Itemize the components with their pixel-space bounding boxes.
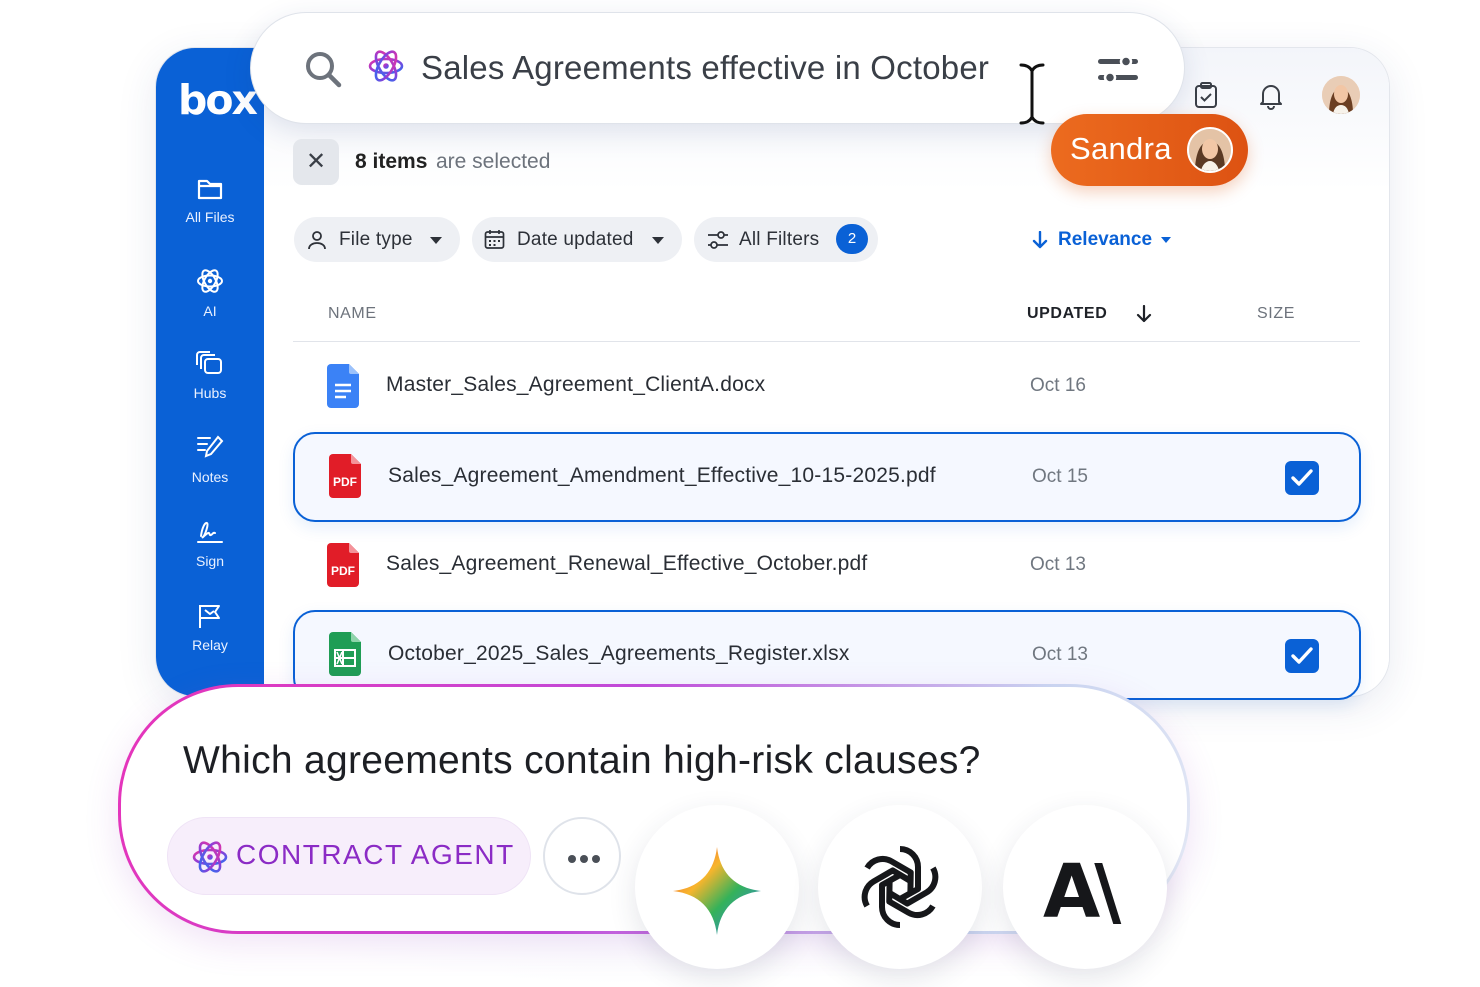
sidebar-item-relay[interactable]: Relay [156,602,264,653]
sidebar-item-hubs[interactable]: Hubs [156,350,264,401]
notification-bell-icon[interactable] [1259,82,1283,110]
file-type-filter[interactable]: File type [294,217,460,262]
caret-down-icon [430,237,442,244]
calendar-icon [484,230,505,249]
date-updated-filter[interactable]: Date updated [472,217,682,262]
gemini-icon [673,847,761,935]
collaborator-cursor-tag: Sandra [1051,114,1248,186]
sort-descending-icon[interactable] [1136,305,1152,324]
flag-icon [199,605,220,628]
sidebar-item-label: Notes [191,469,229,485]
pdf-file-icon: PDF [327,543,359,587]
search-filter-icon[interactable] [1096,55,1140,85]
docx-file-icon [327,364,359,408]
sidebar-item-label: Hubs [193,385,227,401]
collaborator-name: Sandra [1070,131,1172,166]
contract-agent-label: CONTRACT AGENT [236,839,515,870]
file-name[interactable]: Master_Sales_Agreement_ClientA.docx [386,373,765,397]
box-ai-icon [192,841,228,873]
date-updated-filter-label: Date updated [517,229,634,250]
checkmark-icon [1291,469,1313,486]
sidebar: box All Files AI Hubs Notes Sign Relay [156,48,264,696]
app-stage: box All Files AI Hubs Notes Sign Relay S… [0,0,1480,987]
openai-model-button[interactable] [818,805,982,969]
ai-atom-icon [197,269,223,293]
row-checkbox-checked[interactable] [1285,639,1319,673]
user-avatar-image [1322,76,1360,114]
search-input[interactable]: Sales Agreements effective in October [421,49,989,87]
person-icon [308,231,326,250]
sidebar-item-sign[interactable]: Sign [156,518,264,569]
xlsx-file-icon [329,632,361,676]
sliders-icon [708,231,728,249]
sidebar-item-all-files[interactable]: All Files [156,176,264,225]
anthropic-icon: A\ [1043,849,1121,935]
sidebar-item-label: Relay [192,637,228,653]
file-updated-date: Oct 13 [1030,554,1086,575]
file-name[interactable]: Sales_Agreement_Amendment_Effective_10-1… [388,464,936,488]
ellipsis-icon [568,855,600,863]
caret-down-icon [652,237,664,244]
file-name[interactable]: Sales_Agreement_Renewal_Effective_Octobe… [386,552,867,576]
file-type-filter-label: File type [339,229,413,250]
openai-icon [852,846,948,935]
tasks-clipboard-icon[interactable] [1194,81,1218,109]
gemini-model-button[interactable] [635,805,799,969]
selection-label: are selected [436,150,551,173]
row-checkbox-checked[interactable] [1285,461,1319,495]
ai-search-bar[interactable]: Sales Agreements effective in October [250,12,1185,125]
all-filters-button[interactable]: All Filters 2 [694,217,878,262]
collaborator-avatar-image [1189,129,1231,171]
anthropic-model-button[interactable]: A\ [1003,805,1167,969]
collaborator-avatar [1187,127,1233,173]
column-header-size[interactable]: SIZE [1257,305,1295,323]
notes-icon [197,435,224,458]
file-updated-date: Oct 13 [1032,644,1088,665]
pdf-file-icon: PDF [329,454,361,498]
filter-count-badge: 2 [836,224,868,254]
prompt-question[interactable]: Which agreements contain high-risk claus… [183,739,981,783]
sidebar-item-notes[interactable]: Notes [156,434,264,485]
hubs-icon [196,351,222,374]
more-options-button[interactable] [543,817,621,895]
signature-icon [197,521,223,543]
box-ai-icon [368,50,404,82]
all-filters-label: All Filters [739,229,820,250]
table-row[interactable]: Master_Sales_Agreement_ClientA.docx Oct … [293,342,1361,432]
sidebar-item-ai[interactable]: AI [156,266,264,319]
sort-label: Relevance [1058,229,1153,250]
sidebar-item-label: AI [203,303,217,319]
caret-down-icon [1161,237,1171,243]
file-updated-date: Oct 16 [1030,375,1086,396]
pdf-file-icon-label: PDF [333,475,357,489]
checkmark-icon [1291,647,1313,664]
text-cursor-icon [1019,63,1045,125]
contract-agent-button[interactable]: CONTRACT AGENT [167,817,531,895]
clear-selection-button[interactable]: ✕ [293,139,339,185]
folder-icon [197,179,223,200]
user-avatar[interactable] [1322,76,1360,114]
column-header-updated[interactable]: UPDATED [1027,305,1107,323]
sidebar-item-label: All Files [185,209,235,225]
file-updated-date: Oct 15 [1032,466,1088,487]
search-icon[interactable] [303,49,343,89]
column-header-name[interactable]: NAME [328,305,377,323]
pdf-file-icon-label: PDF [331,564,355,578]
table-row[interactable]: PDF Sales_Agreement_Renewal_Effective_Oc… [293,521,1361,611]
box-logo[interactable]: box [178,76,258,124]
table-row-selected[interactable]: PDF Sales_Agreement_Amendment_Effective_… [293,432,1361,522]
sidebar-item-label: Sign [195,553,225,569]
selection-count: 8 items [355,150,428,173]
file-name[interactable]: October_2025_Sales_Agreements_Register.x… [388,642,850,666]
arrow-down-icon [1032,231,1048,249]
